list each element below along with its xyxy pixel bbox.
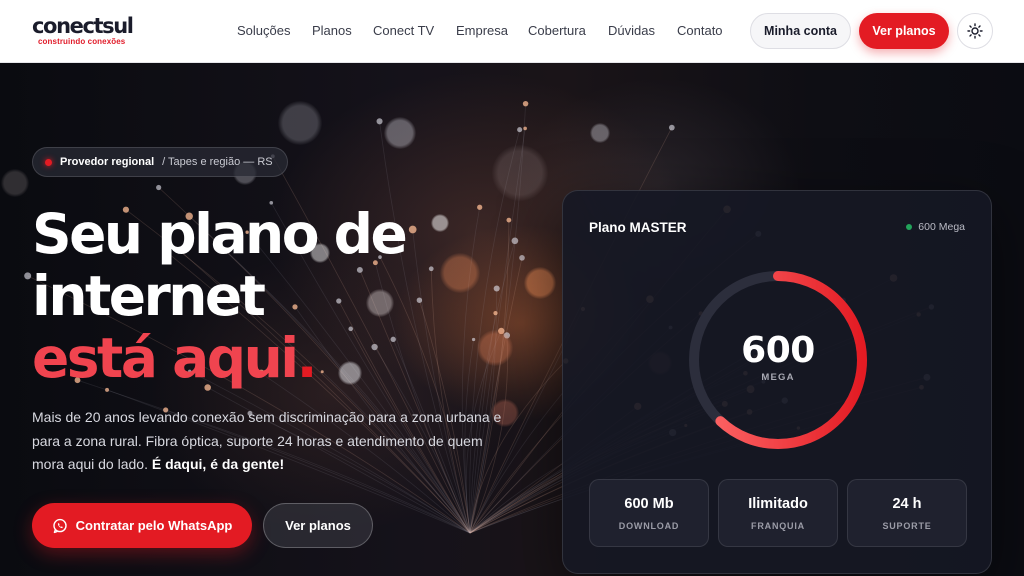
stat-label: FRANQUIA xyxy=(751,521,805,531)
nav-link-conect-tv[interactable]: Conect TV xyxy=(373,23,434,38)
hero-headline: Seu plano de internet está aqui. xyxy=(32,202,408,390)
whatsapp-button-label: Contratar pelo WhatsApp xyxy=(75,518,233,533)
stat-label: SUPORTE xyxy=(882,521,932,531)
stat-value: 24 h xyxy=(892,496,922,512)
stat-suporte: 24 h SUPORTE xyxy=(847,479,967,547)
view-plans-hero-button[interactable]: Ver planos xyxy=(263,503,373,548)
nav-link-solucoes[interactable]: Soluções xyxy=(237,23,290,38)
status-dot-icon xyxy=(45,158,52,166)
headline-dot: . xyxy=(296,326,318,390)
view-plans-nav-button[interactable]: Ver planos xyxy=(859,13,949,49)
headline-accent: está aqui xyxy=(32,326,299,390)
brand-tagline: construindo conexões xyxy=(38,37,126,46)
brand-name: conectsul xyxy=(32,14,134,38)
nav-link-empresa[interactable]: Empresa xyxy=(456,23,508,38)
stat-value: 600 Mb xyxy=(624,496,674,512)
plan-speed-tag: 600 Mega xyxy=(906,221,965,233)
stat-value: Ilimitado xyxy=(748,496,808,512)
stat-franquia: Ilimitado FRANQUIA xyxy=(718,479,838,547)
whatsapp-contract-button[interactable]: Contratar pelo WhatsApp xyxy=(32,503,252,548)
brand-logo[interactable]: conectsul construindo conexões xyxy=(32,14,134,46)
headline-line-1: Seu plano de xyxy=(32,202,408,266)
nav-link-planos[interactable]: Planos xyxy=(312,23,352,38)
speed-tag-label: 600 Mega xyxy=(918,221,965,233)
gauge-unit: MEGA xyxy=(761,372,795,383)
my-account-button[interactable]: Minha conta xyxy=(750,13,851,49)
nav-link-duvidas[interactable]: Dúvidas xyxy=(608,23,655,38)
stat-label: DOWNLOAD xyxy=(618,521,680,531)
nav-link-cobertura[interactable]: Cobertura xyxy=(528,23,586,38)
description-bold: É daqui, é da gente! xyxy=(151,456,285,472)
badge-title: Provedor regional xyxy=(60,156,155,168)
sun-icon xyxy=(967,23,983,39)
plan-title: Plano MASTER xyxy=(589,220,687,235)
region-badge: Provedor regional / Tapes e região — RS xyxy=(32,147,288,177)
plan-card: Plano MASTER 600 Mega 600 MEGA 600 Mb DO… xyxy=(562,190,992,574)
whatsapp-icon xyxy=(52,518,67,533)
stat-download: 600 Mb DOWNLOAD xyxy=(589,479,709,547)
nav-link-contato[interactable]: Contato xyxy=(677,23,723,38)
theme-toggle-button[interactable] xyxy=(957,13,993,49)
top-navbar: conectsul construindo conexões Soluções … xyxy=(0,0,1024,63)
headline-line-2: internet xyxy=(32,264,266,328)
gauge-value: 600 xyxy=(741,330,815,371)
online-dot-icon xyxy=(906,224,913,230)
hero-section: Provedor regional / Tapes e região — RS … xyxy=(0,63,1024,576)
hero-description: Mais de 20 anos levando conexão sem disc… xyxy=(32,406,502,477)
badge-region: / Tapes e região — RS xyxy=(162,156,273,168)
